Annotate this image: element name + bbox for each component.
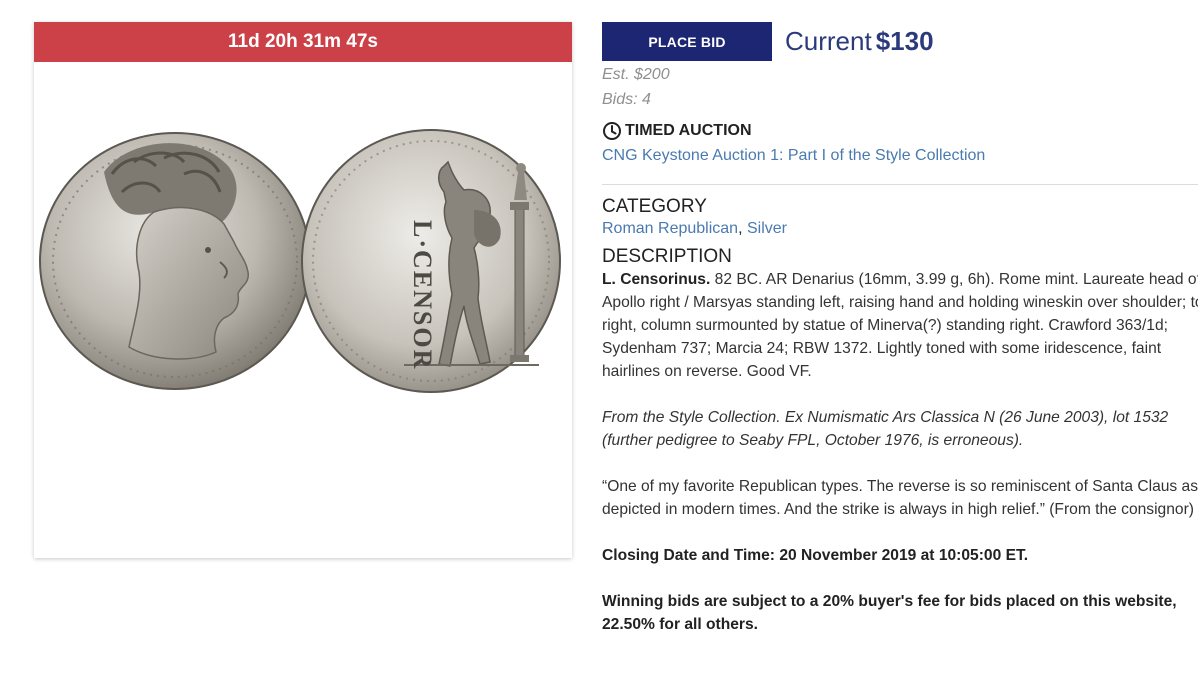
buyer-fee-note: Winning bids are subject to a 20% buyer'… [602, 593, 1177, 633]
divider [602, 184, 1198, 185]
description-quote: “One of my favorite Republican types. Th… [602, 478, 1198, 518]
description-body: L. Censorinus. 82 BC. AR Denarius (16mm,… [602, 268, 1198, 636]
auction-name-link[interactable]: CNG Keystone Auction 1: Part I of the St… [602, 146, 1198, 166]
category-links: Roman Republican, Silver [602, 218, 1198, 240]
description-issuer: L. Censorinus. [602, 271, 711, 288]
estimate: Est. $200 [602, 66, 670, 83]
bid-row: PLACE BID Current $130 [602, 22, 1198, 61]
current-bid: Current $130 [785, 26, 934, 57]
countdown-timer: 11d 20h 31m 47s [34, 22, 572, 62]
description-main: L. Censorinus. 82 BC. AR Denarius (16mm,… [602, 268, 1198, 383]
bid-count: Bids: 4 [602, 91, 651, 108]
current-bid-amount: $130 [875, 26, 934, 56]
coin-legend: L·CENSOR [408, 220, 437, 370]
place-bid-button[interactable]: PLACE BID [602, 22, 772, 61]
auction-type: TIMED AUCTION [602, 121, 1198, 141]
auction-type-label: TIMED AUCTION [625, 122, 752, 139]
category-separator: , [738, 220, 747, 237]
lot-image-card: 11d 20h 31m 47s L·CENSOR [34, 22, 572, 558]
closing-date: Closing Date and Time: 20 November 2019 … [602, 547, 1029, 564]
description-heading: DESCRIPTION [602, 246, 732, 267]
lot-details: PLACE BID Current $130 Est. $200 Bids: 4 … [602, 22, 1198, 636]
coin-photo[interactable]: L·CENSOR [34, 62, 572, 558]
category-link-silver[interactable]: Silver [747, 220, 787, 237]
coin-obverse [39, 132, 311, 390]
category-heading: CATEGORY [602, 196, 707, 217]
clock-icon [603, 122, 621, 140]
current-bid-label: Current [785, 26, 872, 56]
coin-reverse: L·CENSOR [301, 129, 561, 393]
category-link-roman-republican[interactable]: Roman Republican [602, 220, 738, 237]
description-provenance: From the Style Collection. Ex Numismatic… [602, 409, 1169, 449]
